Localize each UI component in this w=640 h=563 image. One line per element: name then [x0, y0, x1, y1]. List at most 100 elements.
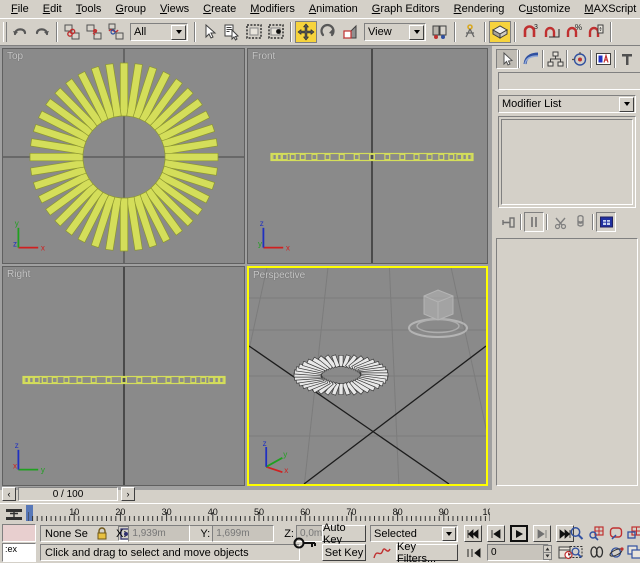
spinner-snap-icon[interactable] [585, 21, 607, 43]
window-crossing-icon[interactable] [265, 21, 287, 43]
maxscript-listener-input[interactable]: :ex [2, 543, 36, 562]
object-name-input[interactable] [498, 72, 640, 90]
time-slider-prev-button[interactable]: ‹ [2, 487, 16, 501]
reference-coordinate-system-dropdown[interactable]: View [364, 23, 426, 41]
menu-item-modifiers[interactable]: Modifiers [243, 1, 302, 18]
orbit-icon[interactable] [606, 544, 626, 561]
select-and-rotate-icon[interactable] [317, 21, 339, 43]
hierarchy-tab-icon[interactable] [544, 49, 566, 69]
viewport-front[interactable]: Front x z y [247, 48, 488, 264]
toolbar-separator [194, 22, 196, 42]
snap-toggle-3-icon[interactable]: 3 [519, 21, 541, 43]
chevron-down-icon[interactable] [171, 25, 186, 40]
chevron-down-icon[interactable] [409, 25, 424, 40]
modifier-stack-list[interactable] [501, 119, 633, 205]
menu-item-tools[interactable]: Tools [69, 1, 109, 18]
select-and-scale-icon[interactable] [339, 21, 361, 43]
animation-mode-dropdown[interactable]: Selected [370, 525, 458, 542]
maximize-viewport-toggle-icon[interactable] [624, 544, 640, 561]
manipulate-icon[interactable] [459, 21, 481, 43]
coord-field-x[interactable]: 1,939m [128, 525, 190, 542]
modifier-stack[interactable] [498, 116, 636, 208]
svg-text:z: z [260, 219, 264, 228]
main-toolbar: All [0, 18, 640, 46]
create-tab-icon[interactable] [496, 49, 518, 69]
set-key-button[interactable]: Set Key [322, 544, 366, 561]
toolbar-grip[interactable] [2, 21, 7, 43]
viewport-top[interactable]: Top x y z [2, 48, 245, 264]
panel-separator [520, 214, 522, 230]
menu-item-group[interactable]: Group [108, 1, 153, 18]
bind-to-space-warp-icon[interactable] [105, 21, 127, 43]
show-end-result-icon[interactable] [524, 212, 544, 232]
rectangular-selection-region-icon[interactable] [243, 21, 265, 43]
select-and-move-icon[interactable] [295, 21, 317, 43]
chevron-down-icon[interactable] [619, 97, 634, 112]
undo-icon[interactable] [9, 21, 31, 43]
angle-snap-icon[interactable] [541, 21, 563, 43]
time-slider-next-button[interactable]: › [121, 487, 135, 501]
modifier-list-dropdown[interactable]: Modifier List [498, 95, 636, 113]
menu-item-animation[interactable]: Animation [302, 1, 365, 18]
menu-item-graph-editors[interactable]: Graph Editors [365, 1, 447, 18]
svg-text:x: x [286, 243, 290, 252]
go-to-start-button[interactable] [464, 525, 482, 542]
select-by-name-icon[interactable] [221, 21, 243, 43]
current-frame-jump-icon[interactable] [464, 544, 484, 561]
select-object-icon[interactable] [199, 21, 221, 43]
viewport-right[interactable]: Right y z x [2, 266, 245, 486]
lock-selection-icon[interactable] [96, 527, 108, 540]
viewport-label-top: Top [7, 51, 23, 62]
panel-separator [546, 214, 548, 230]
key-mode-toggle-icon[interactable] [292, 525, 318, 561]
select-and-link-icon[interactable] [61, 21, 83, 43]
svg-text:30: 30 [162, 507, 172, 517]
zoom-icon[interactable] [566, 525, 586, 542]
previous-frame-button[interactable] [487, 525, 505, 542]
percent-snap-icon[interactable]: % [563, 21, 585, 43]
current-frame-field[interactable]: 0 [487, 544, 549, 561]
utilities-tab-icon[interactable] [616, 49, 638, 69]
time-slider-field[interactable]: 0 / 100 [18, 487, 118, 501]
auto-key-button[interactable]: Auto Key [322, 525, 366, 542]
coord-field-y[interactable]: 1,699m [212, 525, 274, 542]
pan-view-icon[interactable] [586, 544, 606, 561]
menu-item-rendering[interactable]: Rendering [447, 1, 512, 18]
chevron-down-icon[interactable] [442, 527, 456, 541]
make-unique-icon[interactable] [550, 212, 570, 232]
zoom-extents-all-icon[interactable] [624, 525, 640, 542]
track-bar[interactable]: 102030405060708090100 [0, 503, 640, 523]
display-tab-icon[interactable] [592, 49, 614, 69]
set-key-curve-icon[interactable] [370, 544, 394, 561]
selection-filter-dropdown[interactable]: All [130, 23, 188, 41]
mini-curve-editor-icon[interactable] [4, 506, 24, 522]
menu-item-edit[interactable]: Edit [36, 1, 69, 18]
modify-tab-icon[interactable] [520, 49, 542, 69]
redo-icon[interactable] [31, 21, 53, 43]
frame-spinner[interactable] [543, 544, 553, 561]
zoom-extents-icon[interactable] [606, 525, 626, 542]
maxscript-mini-listener[interactable]: :ex [2, 524, 36, 562]
axis-tripod-perspective: x y z [259, 438, 295, 474]
viewport-perspective[interactable]: Perspective [247, 266, 488, 486]
key-filters-button[interactable]: Key Filters... [396, 544, 458, 561]
menu-item-customize[interactable]: Customize [511, 1, 577, 18]
viewport-label-perspective: Perspective [253, 270, 305, 281]
svg-text:70: 70 [346, 507, 356, 517]
unlink-selection-icon[interactable] [83, 21, 105, 43]
material-editor-icon[interactable] [489, 21, 511, 43]
configure-modifier-sets-icon[interactable] [596, 212, 616, 232]
pin-stack-icon[interactable] [498, 212, 518, 232]
remove-modifier-icon[interactable] [570, 212, 590, 232]
field-of-view-icon[interactable] [566, 544, 586, 561]
motion-tab-icon[interactable] [568, 49, 590, 69]
menu-item-file[interactable]: File [4, 1, 36, 18]
zoom-all-icon[interactable] [586, 525, 606, 542]
maxscript-listener-output[interactable] [2, 524, 36, 542]
use-pivot-point-center-icon[interactable] [429, 21, 451, 43]
menu-item-create[interactable]: Create [196, 1, 243, 18]
play-animation-button[interactable] [510, 525, 528, 542]
next-frame-button[interactable] [533, 525, 551, 542]
menu-item-views[interactable]: Views [153, 1, 196, 18]
menu-item-maxscript[interactable]: MAXScript [577, 1, 640, 18]
